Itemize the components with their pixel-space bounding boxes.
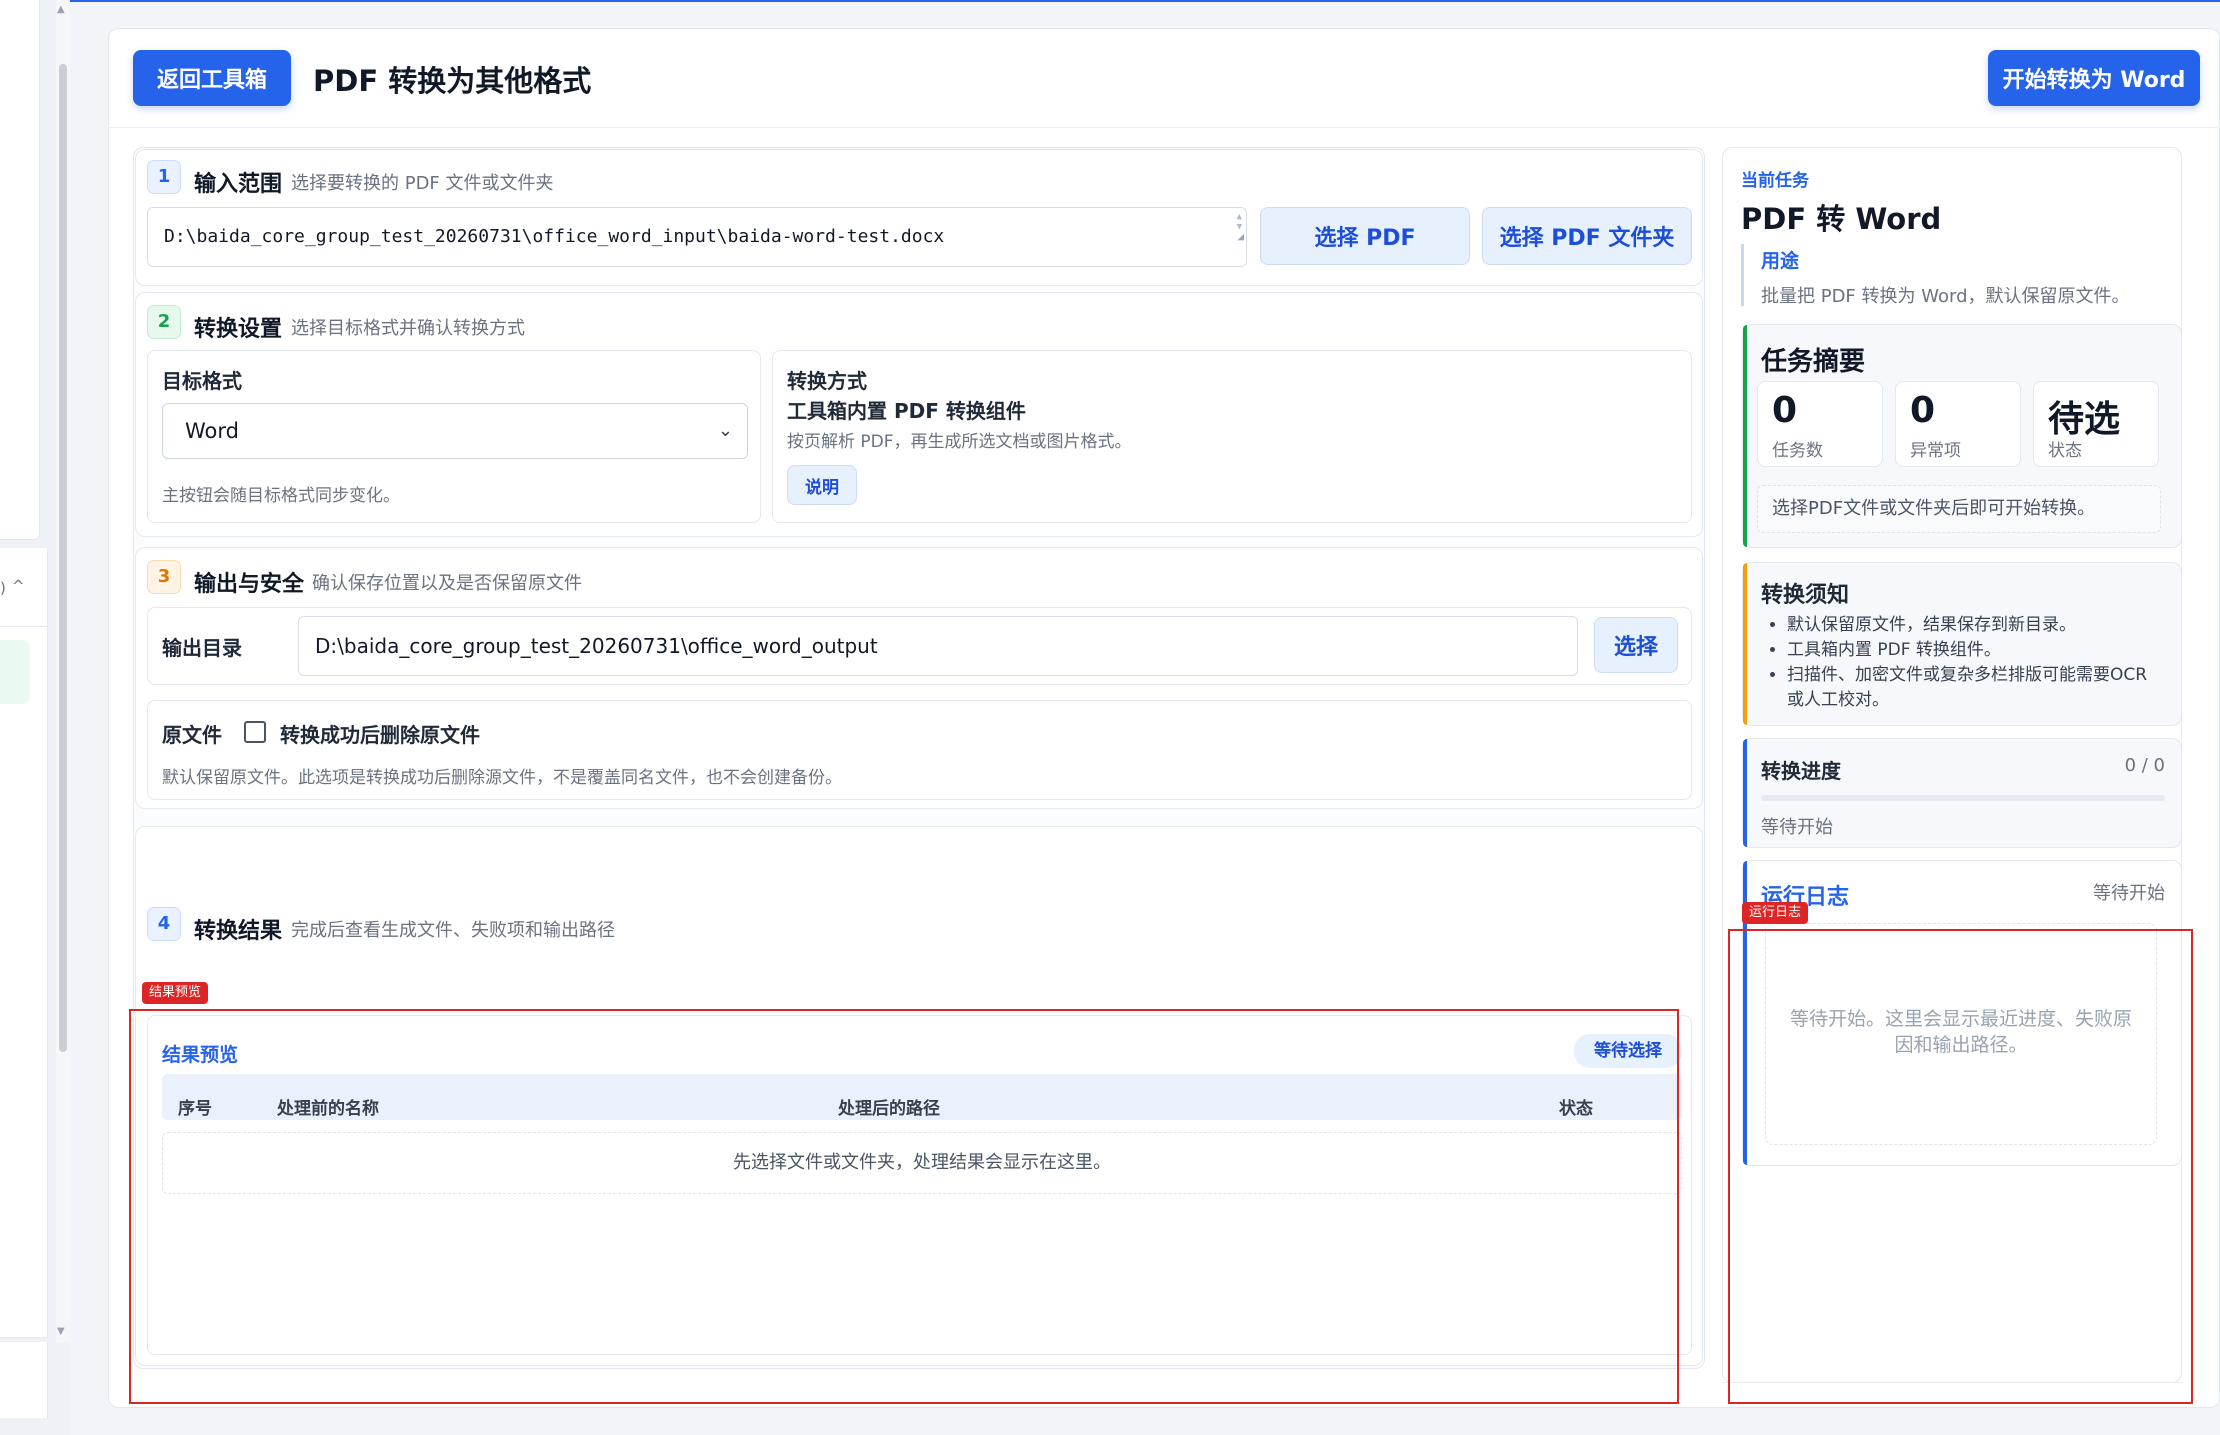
delete-original-label[interactable]: 转换成功后删除原文件 xyxy=(280,719,480,748)
stat-value: 0 xyxy=(1772,390,1798,431)
scroll-down-icon[interactable]: ▼ xyxy=(57,1326,65,1337)
resize-handle-icon[interactable]: ◢ xyxy=(1237,208,1244,266)
output-dir-field[interactable]: D:\baida_core_group_test_20260731\office… xyxy=(298,616,1578,676)
current-task-caption: 当前任务 xyxy=(1741,171,1809,191)
task-summary-card: 任务摘要 0 任务数 0 异常项 待选 状态 选择PDF文件或文件夹后即可开始转… xyxy=(1742,324,2182,548)
summary-hint: 选择PDF文件或文件夹后即可开始转换。 xyxy=(1757,485,2161,533)
top-accent-line xyxy=(0,0,2220,2)
result-preview-highlight xyxy=(129,1009,1679,1404)
section-subtitle: 确认保存位置以及是否保留原文件 xyxy=(312,573,582,594)
stat-value: 0 xyxy=(1910,390,1936,431)
convert-progress-card: 转换进度 0 / 0 等待开始 xyxy=(1742,738,2182,848)
output-safety-section: 3 输出与安全 确认保存位置以及是否保留原文件 输出目录 D:\baida_co… xyxy=(135,547,1703,809)
target-format-select[interactable]: Word ⌄ xyxy=(162,403,748,459)
run-log-highlight xyxy=(1728,929,2193,1404)
convert-settings-section: 2 转换设置 选择目标格式并确认转换方式 目标格式 Word ⌄ 主按钮会随目标… xyxy=(135,292,1703,537)
select-pdf-folder-button[interactable]: 选择 PDF 文件夹 xyxy=(1482,207,1692,265)
target-format-box: 目标格式 Word ⌄ 主按钮会随目标格式同步变化。 xyxy=(147,350,761,523)
sidebar-panel-top xyxy=(0,0,40,540)
start-convert-button[interactable]: 开始转换为 Word xyxy=(1988,50,2200,106)
progress-title: 转换进度 xyxy=(1761,759,1841,783)
step-number: 1 xyxy=(147,160,181,194)
step-number: 2 xyxy=(147,305,181,339)
sidebar-panel-bottom xyxy=(0,1342,48,1418)
back-to-toolbox-button[interactable]: 返回工具箱 xyxy=(133,50,291,106)
log-status: 等待开始 xyxy=(2093,883,2165,904)
convert-method-label: 转换方式 xyxy=(787,369,867,393)
original-file-label: 原文件 xyxy=(162,723,222,747)
target-format-label: 目标格式 xyxy=(162,369,242,393)
left-sidebar: ) ^ ▲ ▼ xyxy=(0,0,70,1435)
output-dir-row: 输出目录 D:\baida_core_group_test_20260731\o… xyxy=(147,607,1692,685)
section-subtitle: 选择要转换的 PDF 文件或文件夹 xyxy=(291,173,554,194)
stat-state: 待选 状态 xyxy=(2033,381,2159,467)
scroll-up-icon[interactable]: ▲ xyxy=(57,4,65,15)
input-path-field[interactable]: D:\baida_core_group_test_20260731\office… xyxy=(147,207,1247,267)
progress-count: 0 / 0 xyxy=(2124,755,2165,776)
section-title: 转换设置 xyxy=(194,317,283,342)
section-title: 输出与安全 xyxy=(194,572,305,597)
delete-original-checkbox[interactable] xyxy=(244,721,266,743)
stat-value: 待选 xyxy=(2048,399,2121,440)
stat-label: 状态 xyxy=(2048,441,2082,461)
purpose-accent xyxy=(1741,244,1744,306)
collapse-caret-icon[interactable]: ^ xyxy=(12,577,25,595)
section-subtitle: 完成后查看生成文件、失败项和输出路径 xyxy=(291,920,615,941)
progress-status: 等待开始 xyxy=(1761,817,1833,838)
original-file-hint: 默认保留原文件。此选项是转换成功后删除源文件，不是覆盖同名文件，也不会创建备份。 xyxy=(162,768,842,788)
purpose-label: 用途 xyxy=(1761,250,1800,272)
convert-method-box: 转换方式 工具箱内置 PDF 转换组件 按页解析 PDF，再生成所选文档或图片格… xyxy=(772,350,1692,523)
chevron-down-icon: ⌄ xyxy=(717,420,733,441)
convert-notes-card: 转换须知 默认保留原文件，结果保存到新目录。 工具箱内置 PDF 转换组件。 扫… xyxy=(1742,562,2182,726)
notes-list: 默认保留原文件，结果保存到新目录。 工具箱内置 PDF 转换组件。 扫描件、加密… xyxy=(1765,613,2165,713)
sidebar-clipped-text: ) xyxy=(0,579,6,597)
run-log-tag: 运行日志 xyxy=(1742,902,1809,924)
result-preview-tag: 结果预览 xyxy=(142,982,209,1004)
stat-error-count: 0 异常项 xyxy=(1895,381,2021,467)
sidebar-active-item[interactable] xyxy=(0,640,30,704)
convert-method-desc: 按页解析 PDF，再生成所选文档或图片格式。 xyxy=(787,432,1132,452)
scrollbar-thumb[interactable] xyxy=(59,64,67,1052)
stat-label: 任务数 xyxy=(1772,441,1823,461)
output-dir-label: 输出目录 xyxy=(162,636,242,660)
original-file-row: 原文件 转换成功后删除原文件 默认保留原文件。此选项是转换成功后删除源文件，不是… xyxy=(147,700,1692,800)
notes-title: 转换须知 xyxy=(1761,583,1850,608)
note-item: 扫描件、加密文件或复杂多栏排版可能需要OCR 或人工校对。 xyxy=(1787,663,2165,713)
output-dir-value: D:\baida_core_group_test_20260731\office… xyxy=(315,634,878,658)
convert-method-name: 工具箱内置 PDF 转换组件 xyxy=(787,399,1026,423)
progress-accent xyxy=(1743,739,1747,847)
explain-button[interactable]: 说明 xyxy=(787,465,857,505)
page-title: PDF 转换为其他格式 xyxy=(313,64,592,98)
choose-output-button[interactable]: 选择 xyxy=(1594,617,1678,673)
notes-accent xyxy=(1743,563,1747,725)
section-subtitle: 选择目标格式并确认转换方式 xyxy=(291,318,525,339)
task-title: PDF 转 Word xyxy=(1741,202,1942,236)
sidebar-divider xyxy=(0,626,48,627)
input-range-section: 1 输入范围 选择要转换的 PDF 文件或文件夹 D:\baida_core_g… xyxy=(135,149,1703,286)
stat-label: 异常项 xyxy=(1910,441,1961,461)
select-pdf-button[interactable]: 选择 PDF xyxy=(1260,207,1470,265)
target-format-value: Word xyxy=(185,419,239,443)
purpose-text: 批量把 PDF 转换为 Word，默认保留原文件。 xyxy=(1761,286,2130,307)
stat-task-count: 0 任务数 xyxy=(1757,381,1883,467)
summary-title: 任务摘要 xyxy=(1761,347,1866,377)
target-format-hint: 主按钮会随目标格式同步变化。 xyxy=(162,486,400,506)
step-number: 4 xyxy=(147,907,181,941)
section-title: 转换结果 xyxy=(194,919,283,944)
summary-accent xyxy=(1743,325,1747,547)
input-path-value: D:\baida_core_group_test_20260731\office… xyxy=(164,226,945,247)
section-title: 输入范围 xyxy=(194,172,283,197)
note-item: 默认保留原文件，结果保存到新目录。 xyxy=(1787,613,2165,638)
note-item: 工具箱内置 PDF 转换组件。 xyxy=(1787,638,2165,663)
progress-bar xyxy=(1761,795,2165,801)
step-number: 3 xyxy=(147,560,181,594)
